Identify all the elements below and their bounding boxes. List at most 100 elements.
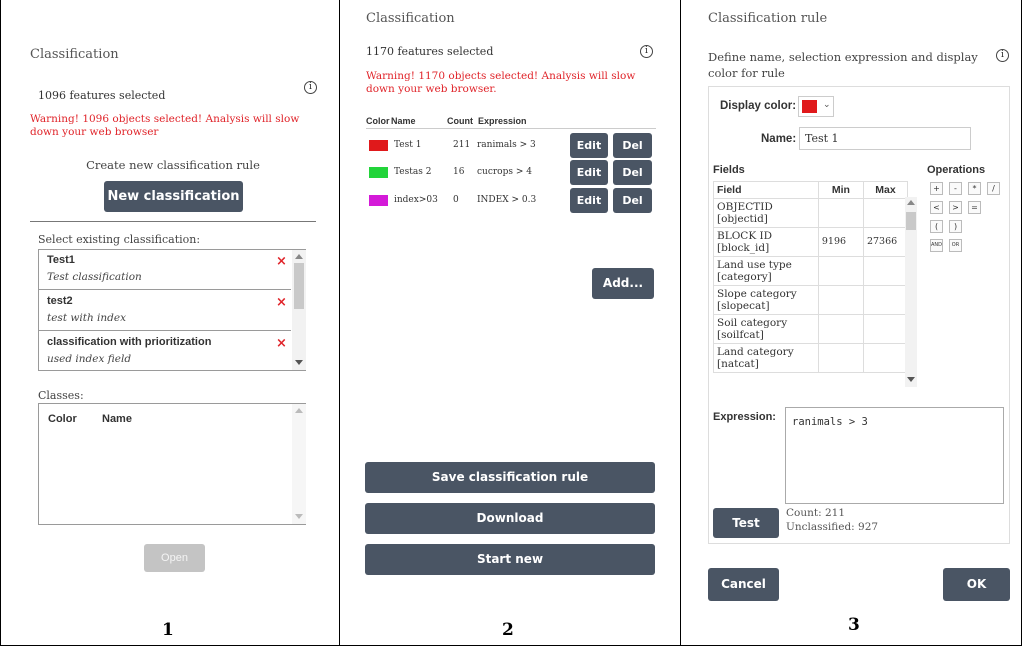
field-max [862, 314, 908, 344]
table-row: Test 1 211 ranimals > 3 Edit Del [366, 133, 656, 159]
op-or-button[interactable]: OR [949, 239, 962, 252]
scroll-up-icon[interactable] [295, 254, 303, 259]
edit-button[interactable]: Edit [570, 160, 608, 185]
fields-label: Fields [713, 164, 745, 176]
scroll-up-icon[interactable] [907, 200, 915, 205]
field-name[interactable]: Land category [natcat] [713, 343, 819, 373]
info-icon[interactable]: i [640, 45, 653, 58]
rule-expression: cucrops > 4 [477, 167, 532, 177]
rule-count: 16 [453, 167, 465, 177]
info-icon[interactable]: i [304, 81, 317, 94]
expression-column-header: Expression [478, 116, 527, 126]
field-name[interactable]: Soil category [soilfcat] [713, 314, 819, 344]
op-open-paren-button[interactable]: ( [930, 220, 943, 233]
cancel-button[interactable]: Cancel [708, 568, 779, 601]
color-swatch [369, 195, 388, 206]
table-row[interactable]: BLOCK ID [block_id] 9196 27366 [713, 227, 908, 257]
field-name[interactable]: BLOCK ID [block_id] [713, 227, 819, 257]
classification-description: test with index [47, 312, 127, 324]
warning-message: Warning! 1096 objects selected! Analysis… [30, 113, 300, 138]
list-item[interactable]: classification with prioritization used … [39, 331, 291, 371]
info-icon[interactable]: i [996, 49, 1009, 62]
field-min [817, 314, 864, 344]
delete-icon[interactable]: × [276, 254, 287, 269]
save-classification-button[interactable]: Save classification rule [365, 462, 655, 493]
delete-button[interactable]: Del [613, 133, 652, 158]
max-column-header: Max [862, 181, 908, 199]
scroll-down-icon[interactable] [295, 360, 303, 365]
count-column-header: Count [447, 116, 473, 126]
table-row[interactable]: Land category [natcat] [713, 343, 908, 373]
delete-button[interactable]: Del [613, 188, 652, 213]
new-classification-button[interactable]: New classification [104, 181, 243, 212]
frame-left-border [0, 0, 1, 646]
classes-list[interactable]: Color Name [38, 403, 306, 525]
scrollbar-thumb[interactable] [294, 263, 304, 309]
edit-button[interactable]: Edit [570, 188, 608, 213]
field-max [862, 285, 908, 315]
field-max [862, 256, 908, 286]
list-item[interactable]: test2 test with index × [39, 290, 291, 331]
field-min [817, 285, 864, 315]
table-row: Testas 2 16 cucrops > 4 Edit Del [366, 160, 656, 186]
page-title: Classification [366, 11, 455, 26]
field-name[interactable]: Land use type [category] [713, 256, 819, 286]
add-rule-button[interactable]: Add... [592, 268, 654, 299]
scroll-up-icon[interactable] [295, 408, 303, 413]
field-name[interactable]: Slope category [slopecat] [713, 285, 819, 315]
classification-description: used index field [47, 353, 132, 365]
chevron-down-icon: ⌄ [823, 100, 831, 110]
rule-count: 0 [453, 195, 459, 205]
op-plus-button[interactable]: + [930, 182, 943, 195]
fields-table[interactable]: Field Min Max OBJECTID [objectid] BLOCK … [713, 181, 908, 387]
frame-divider-1 [339, 0, 340, 646]
scrollbar-thumb[interactable] [906, 212, 916, 230]
dialog-title: Classification rule [708, 11, 828, 26]
op-minus-button[interactable]: - [949, 182, 962, 195]
table-row[interactable]: OBJECTID [objectid] [713, 198, 908, 228]
download-button[interactable]: Download [365, 503, 655, 534]
op-divide-button[interactable]: / [987, 182, 1000, 195]
scrollbar[interactable] [292, 404, 306, 524]
op-multiply-button[interactable]: * [968, 182, 981, 195]
op-and-button[interactable]: AND [930, 239, 943, 252]
name-label: Name: [761, 133, 797, 145]
operations-label: Operations [927, 164, 986, 176]
scrollbar[interactable] [905, 197, 917, 387]
name-column-header: Name [391, 116, 416, 126]
divider [30, 221, 316, 222]
op-equals-button[interactable]: = [968, 201, 981, 214]
field-min [817, 343, 864, 373]
header-divider [366, 128, 656, 129]
test-button[interactable]: Test [713, 508, 779, 538]
delete-button[interactable]: Del [613, 160, 652, 185]
dialog-description: Define name, selection expression and di… [708, 50, 978, 80]
edit-button[interactable]: Edit [570, 133, 608, 158]
display-color-label: Display color: [720, 100, 797, 112]
expression-input[interactable]: ranimals > 3 [785, 407, 1004, 504]
op-less-than-button[interactable]: < [930, 201, 943, 214]
expression-value: ranimals > 3 [792, 416, 868, 428]
op-greater-than-button[interactable]: > [949, 201, 962, 214]
table-row[interactable]: Land use type [category] [713, 256, 908, 286]
table-row[interactable]: Slope category [slopecat] [713, 285, 908, 315]
table-row[interactable]: Soil category [soilfcat] [713, 314, 908, 344]
field-name[interactable]: OBJECTID [objectid] [713, 198, 819, 228]
scroll-down-icon[interactable] [907, 377, 915, 382]
scroll-down-icon[interactable] [295, 514, 303, 519]
display-color-picker[interactable]: ⌄ [798, 96, 834, 117]
delete-icon[interactable]: × [276, 295, 287, 310]
field-min: 9196 [817, 227, 864, 257]
scrollbar[interactable] [292, 250, 306, 370]
list-item[interactable]: Test1 Test classification × [39, 250, 291, 290]
start-new-button[interactable]: Start new [365, 544, 655, 575]
open-button[interactable]: Open [144, 544, 205, 572]
field-column-header: Field [713, 181, 819, 199]
name-input[interactable]: Test 1 [799, 127, 971, 150]
delete-icon[interactable]: × [276, 336, 287, 351]
color-column-header: Color [48, 413, 77, 425]
classification-list[interactable]: Test1 Test classification × test2 test w… [38, 249, 306, 371]
op-close-paren-button[interactable]: ) [949, 220, 962, 233]
expression-label: Expression: [713, 411, 776, 423]
ok-button[interactable]: OK [943, 568, 1010, 601]
